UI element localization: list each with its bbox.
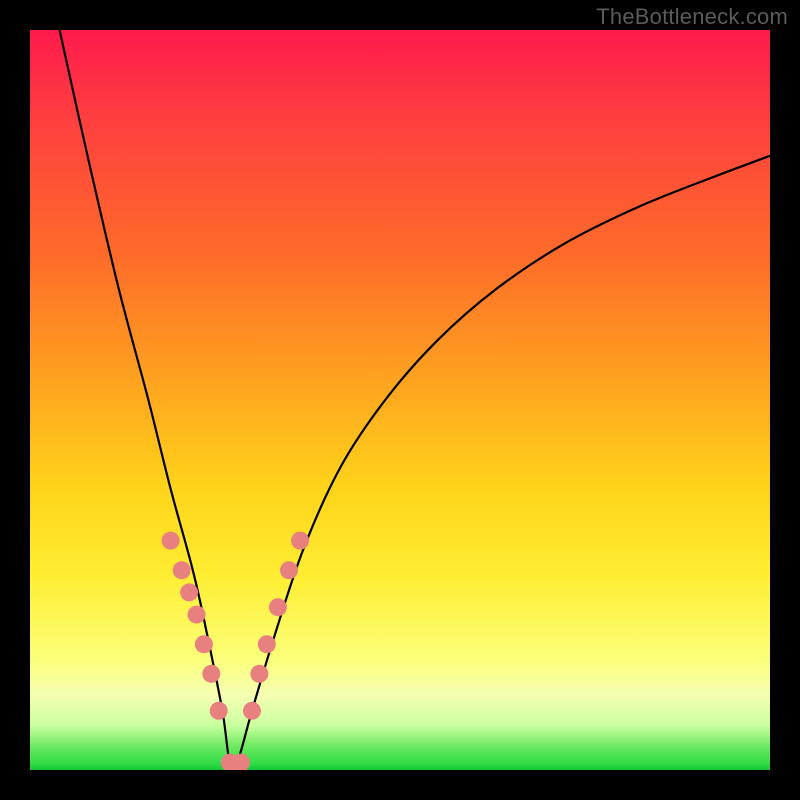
marker-dot (258, 635, 276, 653)
watermark-text: TheBottleneck.com (596, 4, 788, 30)
marker-dot (250, 665, 268, 683)
chart-frame: TheBottleneck.com (0, 0, 800, 800)
marker-dot (280, 561, 298, 579)
marker-dot (162, 532, 180, 550)
plot-area (30, 30, 770, 770)
marker-dot (243, 702, 261, 720)
marker-dot (202, 665, 220, 683)
marker-dot (188, 606, 206, 624)
marker-group (162, 532, 310, 770)
curve-svg (30, 30, 770, 770)
bottleneck-curve (60, 30, 770, 769)
marker-dot (173, 561, 191, 579)
marker-dot (210, 702, 228, 720)
marker-dot (269, 598, 287, 616)
marker-dot (195, 635, 213, 653)
marker-dot (291, 532, 309, 550)
marker-dot (180, 583, 198, 601)
